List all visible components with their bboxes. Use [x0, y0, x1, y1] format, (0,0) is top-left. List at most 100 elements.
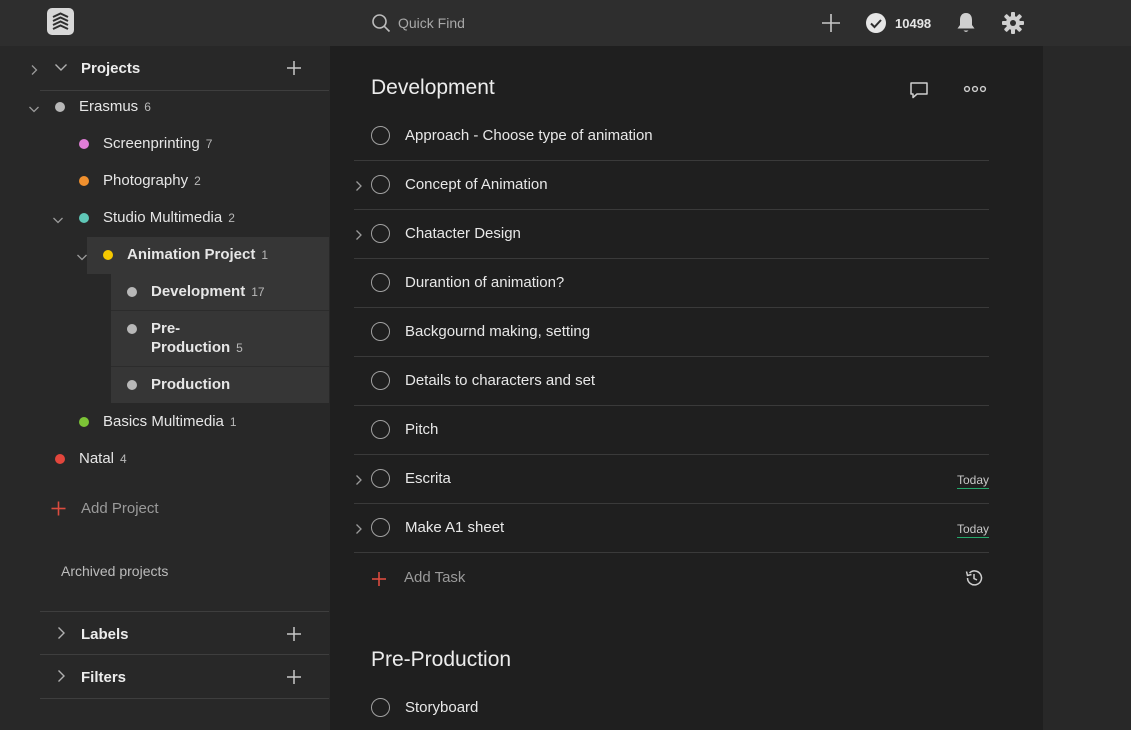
task-row[interactable]: Chatacter Design: [354, 210, 989, 259]
project-name-line2: Production: [151, 339, 231, 356]
quick-find-input[interactable]: [398, 12, 698, 34]
task-row[interactable]: Backgournd making, setting: [354, 308, 989, 357]
task-content[interactable]: Pitch: [405, 421, 438, 438]
filters-section-header[interactable]: Filters: [40, 655, 329, 699]
task-checkbox[interactable]: [371, 420, 390, 439]
task-checkbox[interactable]: [371, 175, 390, 194]
add-label-plus-icon[interactable]: [286, 626, 302, 642]
chevron-right-icon[interactable]: [54, 669, 68, 683]
task-content[interactable]: Chatacter Design: [405, 225, 521, 242]
labels-title: Labels: [81, 625, 129, 643]
task-checkbox[interactable]: [371, 698, 390, 717]
chevron-down-icon[interactable]: [54, 60, 68, 74]
task-content[interactable]: Details to characters and set: [405, 372, 595, 389]
task-row[interactable]: Storyboard: [354, 684, 989, 730]
project-item-studio-multimedia[interactable]: Studio Multimedia 2: [79, 199, 235, 236]
history-icon[interactable]: [963, 567, 985, 589]
quick-add-icon[interactable]: [820, 12, 842, 34]
task-content[interactable]: Concept of Animation: [405, 176, 548, 193]
project-color-dot: [127, 324, 137, 334]
task-checkbox[interactable]: [371, 224, 390, 243]
labels-section-header[interactable]: Labels: [40, 612, 329, 656]
add-project-label: Add Project: [81, 499, 159, 517]
task-content[interactable]: Approach - Choose type of animation: [405, 127, 653, 144]
project-count: 6: [144, 99, 151, 114]
due-date-badge[interactable]: Today: [956, 473, 989, 489]
task-row[interactable]: Escrita Today: [354, 455, 989, 504]
more-options-icon[interactable]: [963, 81, 987, 97]
task-row[interactable]: Approach - Choose type of animation: [354, 112, 989, 161]
task-content[interactable]: Storyboard: [405, 699, 478, 716]
search-icon[interactable]: [371, 13, 391, 33]
chevron-down-icon[interactable]: [28, 102, 40, 114]
divider: [40, 698, 329, 699]
due-date-badge[interactable]: Today: [956, 522, 989, 538]
project-item-natal[interactable]: Natal 4: [55, 440, 127, 477]
task-content[interactable]: Make A1 sheet: [405, 519, 504, 536]
chevron-right-icon[interactable]: [354, 228, 364, 240]
projects-title: Projects: [81, 59, 141, 77]
project-name: Basics Multimedia: [103, 413, 224, 430]
project-name: Development: [151, 283, 246, 300]
task-content[interactable]: Escrita: [405, 470, 451, 487]
task-row[interactable]: Details to characters and set: [354, 357, 989, 406]
task-checkbox[interactable]: [371, 273, 390, 292]
project-count: 1: [229, 414, 237, 429]
main-content: Development Approach - Choose type of an…: [330, 46, 1043, 730]
task-row[interactable]: Concept of Animation: [354, 161, 989, 210]
project-color-dot: [103, 249, 113, 260]
project-count: 5: [236, 341, 243, 355]
chevron-down-icon[interactable]: [76, 250, 88, 262]
chevron-down-icon[interactable]: [52, 213, 64, 225]
project-count: 7: [205, 136, 213, 151]
add-task-button[interactable]: Add Task: [371, 566, 989, 590]
chevron-right-icon[interactable]: [354, 179, 364, 191]
project-name: Animation Project: [127, 246, 256, 263]
add-project-plus-icon[interactable]: [286, 60, 302, 76]
add-filter-plus-icon[interactable]: [286, 669, 302, 685]
task-row[interactable]: Durantion of animation?: [354, 259, 989, 308]
chevron-right-icon[interactable]: [54, 626, 68, 640]
project-item-photography[interactable]: Photography 2: [79, 162, 201, 199]
project-item-basics-multimedia[interactable]: Basics Multimedia 1: [79, 403, 237, 440]
project-count: 1: [261, 247, 269, 262]
project-item-screenprinting[interactable]: Screenprinting 7: [79, 125, 212, 162]
task-checkbox[interactable]: [371, 469, 390, 488]
project-count: 4: [120, 451, 127, 466]
project-name: Production: [151, 376, 231, 393]
project-item-erasmus[interactable]: Erasmus 6: [55, 88, 151, 125]
project-color-dot: [127, 379, 137, 390]
task-checkbox[interactable]: [371, 126, 390, 145]
gear-icon[interactable]: [1001, 11, 1025, 35]
app-logo-icon[interactable]: [47, 8, 74, 35]
divider: [111, 310, 329, 311]
project-item-pre-production[interactable]: Pre- Production 5: [127, 319, 243, 359]
task-checkbox[interactable]: [371, 518, 390, 537]
task-content[interactable]: Backgournd making, setting: [405, 323, 590, 340]
task-checkbox[interactable]: [371, 322, 390, 341]
chevron-right-icon[interactable]: [28, 63, 40, 75]
project-color-dot: [55, 101, 65, 112]
chevron-right-icon[interactable]: [354, 522, 364, 534]
task-checkbox[interactable]: [371, 371, 390, 390]
task-row[interactable]: Make A1 sheet Today: [354, 504, 989, 553]
filters-title: Filters: [81, 668, 127, 686]
task-content[interactable]: Durantion of animation?: [405, 274, 564, 291]
add-project-button[interactable]: Add Project: [51, 497, 159, 519]
projects-section-header[interactable]: Projects: [40, 46, 329, 90]
comment-icon[interactable]: [908, 79, 930, 101]
bell-icon[interactable]: [955, 11, 977, 35]
project-color-dot: [127, 286, 137, 297]
project-color-dot: [79, 212, 89, 223]
add-task-label: Add Task: [404, 569, 466, 586]
project-name: Natal: [79, 450, 115, 467]
archived-projects-link[interactable]: Archived projects: [61, 563, 168, 579]
project-item-animation-project[interactable]: Animation Project 1: [103, 236, 268, 273]
plus-icon: [372, 572, 386, 586]
chevron-right-icon[interactable]: [354, 473, 364, 485]
project-item-production[interactable]: Production: [127, 366, 230, 403]
project-item-development[interactable]: Development 17: [127, 273, 265, 310]
task-row[interactable]: Pitch: [354, 406, 989, 455]
karma-button[interactable]: 10498: [865, 11, 931, 35]
project-color-dot: [55, 453, 65, 464]
